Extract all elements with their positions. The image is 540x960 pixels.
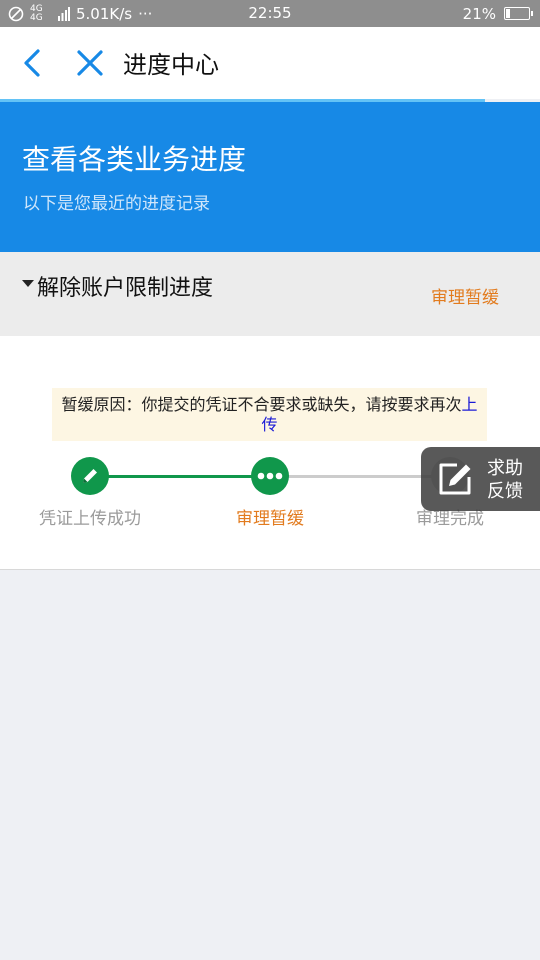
banner-title: 查看各类业务进度 [22, 143, 247, 176]
status-right: 21% [462, 0, 533, 27]
step-1-circle [71, 457, 109, 495]
close-icon [77, 50, 103, 76]
status-bar: 4G 4G 5.01K/s ··· 22:55 21% [0, 0, 540, 27]
section-status: 审理暂缓 [431, 288, 499, 308]
banner: 查看各类业务进度 以下是您最近的进度记录 [0, 102, 540, 252]
section-header[interactable]: 解除账户限制进度 审理暂缓 [0, 252, 540, 336]
step-2-circle [251, 457, 289, 495]
battery-icon [504, 7, 533, 20]
help-label-line2: 反馈 [487, 481, 523, 502]
close-button[interactable] [74, 47, 106, 79]
page-title: 进度中心 [123, 51, 219, 79]
step-2-label: 审理暂缓 [236, 509, 304, 529]
feedback-edit-icon [439, 463, 471, 495]
more-dots-icon [257, 472, 283, 480]
help-feedback-label: 求助 反馈 [487, 457, 523, 503]
caret-down-icon [22, 280, 34, 287]
reason-notice: 暂缓原因：你提交的凭证不合要求或缺失，请按要求再次上传 [52, 388, 487, 441]
section-title: 解除账户限制进度 [37, 276, 214, 301]
help-label-line1: 求助 [487, 458, 523, 479]
battery-level [506, 9, 510, 18]
pencil-icon [83, 469, 97, 483]
back-arrow-icon [24, 49, 40, 77]
help-feedback-button[interactable]: 求助 反馈 [421, 447, 540, 511]
reason-text: 暂缓原因：你提交的凭证不合要求或缺失，请按要求再次 [61, 395, 462, 414]
status-time: 22:55 [248, 4, 292, 22]
banner-subtitle: 以下是您最近的进度记录 [23, 194, 210, 214]
back-button[interactable] [18, 47, 48, 79]
progress-center-page: 4G 4G 5.01K/s ··· 22:55 21% 进度中心 查看各类业务进… [0, 0, 540, 960]
app-header: 进度中心 [0, 27, 540, 99]
step-1-label: 凭证上传成功 [39, 509, 141, 529]
progress-track-done [90, 475, 270, 478]
battery-percent: 21% [462, 4, 496, 23]
